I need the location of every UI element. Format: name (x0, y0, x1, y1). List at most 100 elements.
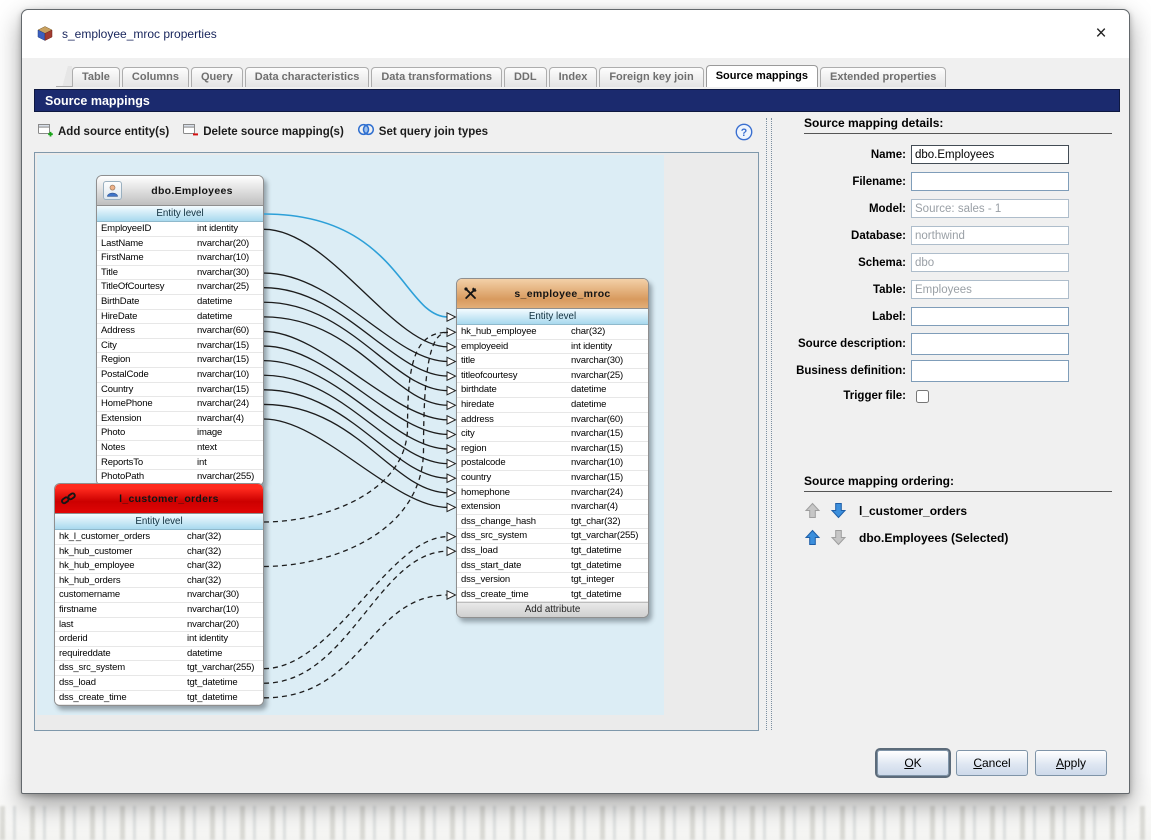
tab-foreign-key-join[interactable]: Foreign key join (599, 67, 704, 87)
attribute-row[interactable]: titleofcourtesy nvarchar(25) (457, 368, 648, 384)
attribute-row[interactable]: Region nvarchar(15) (97, 353, 263, 368)
attribute-row[interactable]: hiredate datetime (457, 397, 648, 413)
attribute-row[interactable]: Title nvarchar(30) (97, 265, 263, 281)
help-icon[interactable]: ? (735, 123, 753, 146)
delete-source-mapping-label: Delete source mapping(s) (203, 126, 344, 138)
attribute-row[interactable]: HireDate datetime (97, 309, 263, 325)
tab-source-mappings[interactable]: Source mappings (705, 65, 818, 87)
field-input-label[interactable] (911, 307, 1069, 326)
entity-level-row: Entity level (97, 206, 263, 222)
attribute-row[interactable]: TitleOfCourtesy nvarchar(25) (97, 280, 263, 295)
attribute-row[interactable]: Extension nvarchar(4) (97, 411, 263, 427)
attribute-row[interactable]: ReportsTo int (97, 455, 263, 471)
delete-source-mapping-button[interactable]: Delete source mapping(s) (179, 120, 347, 145)
attribute-row[interactable]: City nvarchar(15) (97, 338, 263, 354)
entity-title: s_employee_mroc (514, 287, 611, 300)
attribute-row[interactable]: hk_hub_orders char(32) (55, 573, 263, 589)
field-input-model[interactable] (911, 199, 1069, 218)
ordering-row: dbo.Employees (Selected) (804, 529, 1128, 546)
attribute-row[interactable]: dss_start_date tgt_datetime (457, 558, 648, 574)
attribute-row[interactable]: Address nvarchar(60) (97, 324, 263, 339)
attribute-row[interactable]: firstname nvarchar(10) (55, 602, 263, 618)
attribute-row[interactable]: region nvarchar(15) (457, 441, 648, 457)
attribute-row[interactable]: postalcode nvarchar(10) (457, 456, 648, 471)
up-arrow-icon[interactable] (804, 529, 821, 546)
attribute-row[interactable]: last nvarchar(20) (55, 617, 263, 633)
section-header: Source mappings (34, 89, 1120, 112)
entity-dbo.Employees[interactable]: dbo.Employees Entity level EmployeeID int i… (96, 175, 264, 486)
attribute-row[interactable]: employeeid int identity (457, 339, 648, 355)
attribute-row[interactable]: orderid int identity (55, 632, 263, 647)
tab-query[interactable]: Query (190, 67, 243, 87)
attribute-row[interactable]: dss_change_hash tgt_char(32) (457, 514, 648, 530)
trigger-file-checkbox[interactable] (916, 389, 929, 403)
attribute-row[interactable]: Notes ntext (97, 440, 263, 456)
attribute-row[interactable]: FirstName nvarchar(10) (97, 251, 263, 266)
field-input-filename[interactable] (911, 172, 1069, 191)
entity-level-row: Entity level (55, 514, 263, 530)
tab-data-transformations[interactable]: Data transformations (371, 67, 502, 87)
attribute-row[interactable]: dss_load tgt_datetime (457, 543, 648, 559)
attribute-row[interactable]: dss_load tgt_datetime (55, 675, 263, 691)
down-arrow-icon[interactable] (830, 529, 847, 546)
attribute-row[interactable]: hk_hub_employee char(32) (55, 559, 263, 574)
mapping-canvas[interactable]: dbo.Employees Entity level EmployeeID int i… (37, 155, 664, 715)
field-input-business-definition[interactable] (911, 359, 1069, 382)
ordering-row: l_customer_orders (804, 502, 1128, 519)
ok-button[interactable]: OK (875, 748, 951, 778)
tab-columns[interactable]: Columns (121, 67, 189, 87)
ordering-item-label[interactable]: dbo.Employees (Selected) (859, 531, 1008, 545)
attribute-row[interactable]: customername nvarchar(30) (55, 588, 263, 603)
up-arrow-icon[interactable] (804, 502, 821, 519)
attribute-row[interactable]: title nvarchar(30) (457, 354, 648, 369)
tab-index[interactable]: Index (548, 67, 598, 87)
attribute-row[interactable]: address nvarchar(60) (457, 412, 648, 428)
tab-ddl[interactable]: DDL (503, 67, 547, 87)
attribute-row[interactable]: BirthDate datetime (97, 294, 263, 310)
attribute-row[interactable]: requireddate datetime (55, 646, 263, 662)
attribute-row[interactable]: LastName nvarchar(20) (97, 236, 263, 252)
attribute-row[interactable]: Photo image (97, 426, 263, 441)
field-input-schema[interactable] (911, 253, 1069, 272)
panel-splitter[interactable] (766, 118, 772, 730)
attribute-row[interactable]: dss_create_time tgt_datetime (457, 587, 648, 603)
attribute-row[interactable]: EmployeeID int identity (97, 222, 263, 237)
attribute-row[interactable]: hk_hub_employee char(32) (457, 325, 648, 340)
attribute-row[interactable]: dss_version tgt_integer (457, 573, 648, 588)
attribute-row[interactable]: HomePhone nvarchar(24) (97, 397, 263, 412)
attribute-row[interactable]: PostalCode nvarchar(10) (97, 367, 263, 383)
down-arrow-icon[interactable] (830, 502, 847, 519)
field-input-name[interactable] (911, 145, 1069, 164)
entity-s_employee_mroc[interactable]: s_employee_mroc Entity level hk_hub_employ… (456, 278, 649, 619)
field-input-database[interactable] (911, 226, 1069, 245)
set-query-join-types-button[interactable]: Set query join types (354, 120, 491, 144)
field-label: Source description: (798, 337, 906, 350)
attribute-row[interactable]: country nvarchar(15) (457, 470, 648, 486)
ordering-item-label[interactable]: l_customer_orders (859, 504, 967, 518)
add-source-entity-button[interactable]: Add source entity(s) (34, 120, 172, 145)
cancel-button[interactable]: Cancel (956, 750, 1028, 776)
attribute-row[interactable]: hk_l_customer_orders char(32) (55, 530, 263, 545)
attribute-row[interactable]: hk_hub_customer char(32) (55, 544, 263, 560)
attribute-row[interactable]: Country nvarchar(15) (97, 382, 263, 398)
close-icon[interactable]: × (1089, 22, 1113, 46)
attribute-row[interactable]: city nvarchar(15) (457, 427, 648, 442)
attribute-row[interactable]: dss_src_system tgt_varchar(255) (457, 529, 648, 544)
field-input-source-description[interactable] (911, 332, 1069, 355)
ordering-section: Source mapping ordering: l_customer_orde… (778, 474, 1128, 546)
tab-table[interactable]: Table (72, 67, 120, 87)
add-attribute-button[interactable]: Add attribute (457, 602, 648, 618)
trigger-file-label: Trigger file: (843, 390, 906, 402)
tools-icon (463, 286, 478, 301)
attribute-row[interactable]: dss_create_time tgt_datetime (55, 690, 263, 706)
entity-level-row: Entity level (457, 309, 648, 325)
attribute-row[interactable]: birthdate datetime (457, 383, 648, 398)
attribute-row[interactable]: extension nvarchar(4) (457, 500, 648, 515)
attribute-row[interactable]: homephone nvarchar(24) (457, 485, 648, 501)
entity-l_customer_orders[interactable]: l_customer_orders Entity level hk_l_custom… (54, 483, 264, 707)
field-input-table[interactable] (911, 280, 1069, 299)
attribute-row[interactable]: dss_src_system tgt_varchar(255) (55, 661, 263, 676)
tab-extended-properties[interactable]: Extended properties (819, 67, 947, 87)
apply-button[interactable]: Apply (1035, 750, 1107, 776)
tab-data-characteristics[interactable]: Data characteristics (244, 67, 370, 87)
